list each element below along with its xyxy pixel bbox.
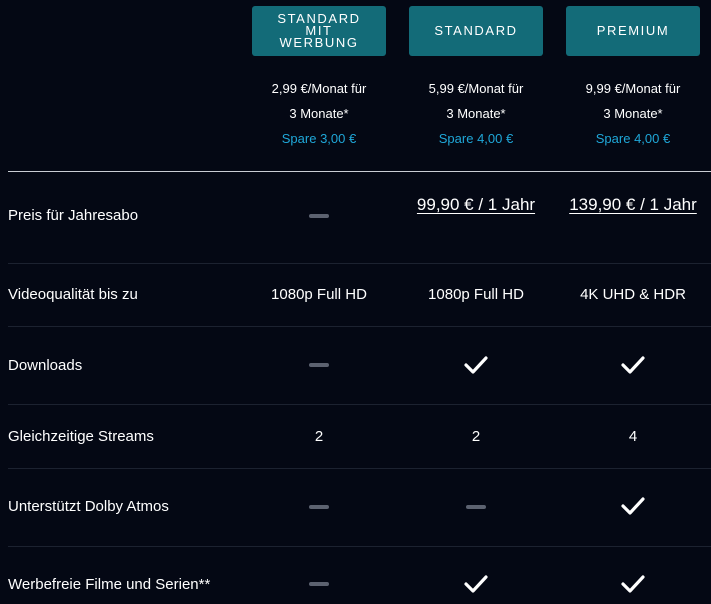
check-icon <box>621 356 645 374</box>
streams-value: 4 <box>628 428 638 445</box>
yearly-price-link-standard[interactable]: 99,90 € / 1 Jahr <box>406 193 546 217</box>
video-quality-value: 4K UHD & HDR <box>580 286 686 303</box>
video-quality-value: 1080p Full HD <box>428 286 524 303</box>
plan-button-standard-with-ads[interactable]: STANDARD MIT WERBUNG <box>252 6 386 56</box>
plan-button-premium[interactable]: PREMIUM <box>566 6 700 56</box>
row-divider <box>8 404 711 405</box>
row-label-ad-free: Werbefreie Filme und Serien** <box>8 576 211 593</box>
dash-icon <box>309 582 329 586</box>
check-icon <box>621 575 645 593</box>
streams-value: 2 <box>471 428 481 445</box>
streams-value: 2 <box>314 428 324 445</box>
dash-icon <box>309 505 329 509</box>
row-divider <box>8 326 711 327</box>
video-quality-value: 1080p Full HD <box>271 286 367 303</box>
row-label-yearly-price: Preis für Jahresabo <box>8 207 139 224</box>
plan-savings: Spare 4,00 € <box>438 131 514 146</box>
check-icon <box>464 356 488 374</box>
plan-button-standard[interactable]: STANDARD <box>409 6 543 56</box>
header-divider <box>8 171 711 172</box>
row-divider <box>8 546 711 547</box>
dash-icon <box>309 214 329 218</box>
plan-price: 2,99 €/Monat für <box>271 81 367 96</box>
row-label-dolby-atmos: Unterstützt Dolby Atmos <box>8 498 169 515</box>
row-divider <box>8 263 711 264</box>
plan-label-line: WERBUNG <box>279 35 359 50</box>
dash-icon <box>309 363 329 367</box>
plan-savings: Spare 4,00 € <box>595 131 671 146</box>
plan-duration: 3 Monate* <box>446 106 506 121</box>
row-label-video-quality: Videoqualität bis zu <box>8 286 138 303</box>
check-icon <box>464 575 488 593</box>
check-icon <box>621 497 645 515</box>
plan-label-line: STANDARD <box>434 23 518 38</box>
row-label-streams: Gleichzeitige Streams <box>8 428 154 445</box>
plan-price: 5,99 €/Monat für <box>428 81 524 96</box>
plan-duration: 3 Monate* <box>603 106 663 121</box>
plan-price: 9,99 €/Monat für <box>585 81 681 96</box>
row-label-downloads: Downloads <box>8 357 83 374</box>
dash-icon <box>466 505 486 509</box>
plan-savings: Spare 3,00 € <box>281 131 357 146</box>
row-divider <box>8 468 711 469</box>
plan-duration: 3 Monate* <box>289 106 349 121</box>
plan-label-line: PREMIUM <box>596 23 670 38</box>
yearly-price-link-premium[interactable]: 139,90 € / 1 Jahr <box>563 193 703 217</box>
